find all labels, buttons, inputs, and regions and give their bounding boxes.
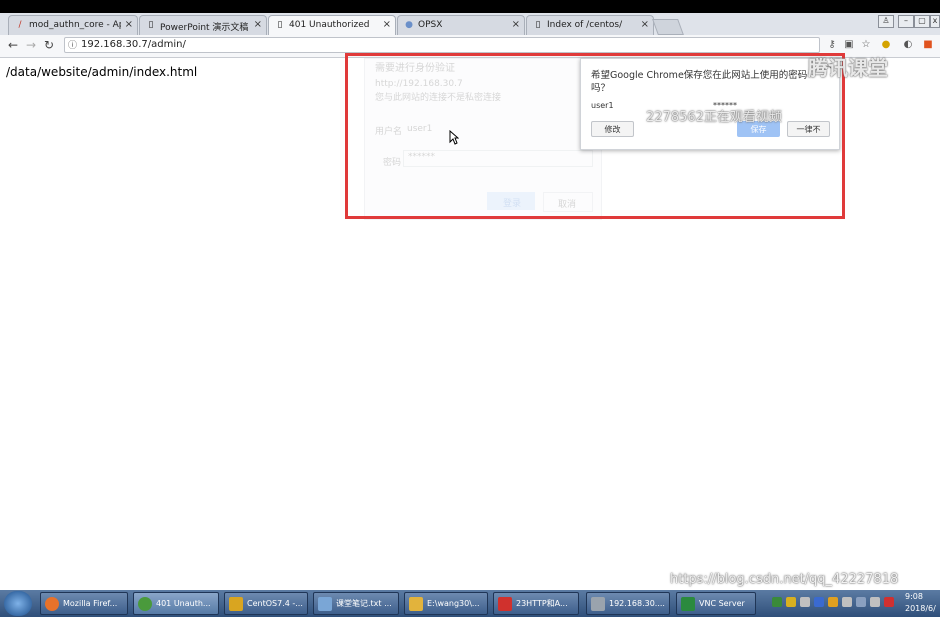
- notepad-icon: [318, 596, 332, 611]
- star-icon[interactable]: ☆: [860, 39, 872, 51]
- globe-icon: ●: [405, 20, 413, 30]
- address-url: 192.168.30.7/admin/: [81, 39, 186, 50]
- chrome-icon: [138, 596, 152, 611]
- tab-401-unauthorized[interactable]: ▯ 401 Unauthorized ×: [268, 15, 396, 35]
- taskbar-item-vnc[interactable]: VNC Server: [676, 592, 756, 615]
- tray-icon[interactable]: [842, 597, 852, 607]
- clock-time: 9:08: [905, 592, 923, 601]
- volume-icon[interactable]: [870, 597, 880, 607]
- tab-mod-authn-core[interactable]: / mod_authn_core - Apa ×: [8, 15, 138, 35]
- taskbar-item-centos[interactable]: CentOS7.4 -...: [224, 592, 308, 615]
- taskbar-item-explorer[interactable]: E:\wang30\...: [404, 592, 488, 615]
- translate-icon[interactable]: ▣: [843, 39, 855, 51]
- clock-date: 2018/6/: [905, 604, 936, 613]
- taskbar-item-chrome[interactable]: 401 Unauth...: [133, 592, 219, 615]
- taskbar-item-pdf[interactable]: 23HTTP和A...: [493, 592, 579, 615]
- page-content: /data/website/admin/index.html 需要进行身份验证 …: [0, 53, 940, 590]
- close-icon[interactable]: ×: [641, 19, 649, 30]
- extension-icon[interactable]: ●: [880, 39, 892, 51]
- start-button[interactable]: [4, 591, 32, 616]
- profile-icon[interactable]: ♙: [878, 15, 894, 28]
- info-icon: ⓘ: [68, 41, 78, 51]
- tray-icon[interactable]: [828, 597, 838, 607]
- taskbar-label: E:\wang30\...: [427, 599, 480, 608]
- blog-watermark: https://blog.csdn.net/qq_42227818: [670, 572, 899, 587]
- close-icon[interactable]: ×: [254, 19, 262, 30]
- taskbar-label: 23HTTP和A...: [516, 599, 568, 608]
- page-path-text: /data/website/admin/index.html: [6, 65, 198, 79]
- extension-icon[interactable]: ◐: [902, 39, 914, 51]
- key-icon[interactable]: ⚷: [826, 39, 838, 51]
- tray-icon[interactable]: [884, 597, 894, 607]
- tab-powerpoint[interactable]: ▯ PowerPoint 演示文稿 ×: [139, 15, 267, 35]
- page-icon: ▯: [148, 20, 154, 30]
- close-icon[interactable]: ×: [512, 19, 520, 30]
- taskbar-item-firefox[interactable]: Mozilla Firef...: [40, 592, 128, 615]
- close-window-button[interactable]: x: [930, 15, 940, 28]
- tray-icon[interactable]: [800, 597, 810, 607]
- new-tab-button[interactable]: [652, 19, 684, 35]
- forward-arrow-icon[interactable]: →: [26, 38, 36, 52]
- tray-icon[interactable]: [814, 597, 824, 607]
- maximize-button[interactable]: ▢: [914, 15, 930, 28]
- page-icon: ▯: [277, 20, 283, 30]
- highlight-rectangle: [345, 53, 845, 219]
- pdf-icon: [498, 596, 512, 611]
- tab-opsx[interactable]: ● OPSX ×: [397, 15, 525, 35]
- taskbar-item-notes[interactable]: 课堂笔记.txt ...: [313, 592, 399, 615]
- taskbar-label: 课堂笔记.txt ...: [336, 599, 392, 608]
- vnc-icon: [681, 596, 695, 611]
- tray-icon[interactable]: [772, 597, 782, 607]
- tencent-classroom-watermark: 腾讯课堂: [808, 56, 888, 80]
- clock[interactable]: 9:08 2018/6/: [905, 591, 936, 615]
- back-arrow-icon[interactable]: ←: [8, 38, 18, 52]
- mouse-cursor-icon: [449, 130, 459, 145]
- taskbar-label: CentOS7.4 -...: [247, 599, 303, 608]
- office-icon[interactable]: ■: [922, 39, 934, 51]
- folder-icon: [409, 596, 423, 611]
- close-icon[interactable]: ×: [383, 19, 391, 30]
- reload-icon[interactable]: ↻: [44, 38, 54, 52]
- taskbar-label: 192.168.30....: [609, 599, 665, 608]
- remote-desktop-icon: [591, 596, 605, 611]
- tab-strip: / mod_authn_core - Apa × ▯ PowerPoint 演示…: [0, 13, 940, 35]
- network-icon[interactable]: [856, 597, 866, 607]
- tab-index-of-centos[interactable]: ▯ Index of /centos/ ×: [526, 15, 654, 35]
- vmware-icon: [229, 596, 243, 611]
- taskbar-label: Mozilla Firef...: [63, 599, 118, 608]
- firefox-icon: [45, 596, 59, 611]
- taskbar-label: VNC Server: [699, 599, 745, 608]
- taskbar-item-remote[interactable]: 192.168.30....: [586, 592, 670, 615]
- viewer-watermark: 2278562正在观看视频: [646, 110, 782, 125]
- tray-icon[interactable]: [786, 597, 796, 607]
- close-icon[interactable]: ×: [125, 19, 133, 30]
- address-bar[interactable]: ⓘ 192.168.30.7/admin/: [64, 37, 820, 53]
- minimize-button[interactable]: –: [898, 15, 914, 28]
- taskbar: Mozilla Firef... 401 Unauth... CentOS7.4…: [0, 590, 940, 617]
- taskbar-label: 401 Unauth...: [156, 599, 211, 608]
- page-icon: ▯: [535, 20, 541, 30]
- feather-icon: /: [18, 20, 22, 30]
